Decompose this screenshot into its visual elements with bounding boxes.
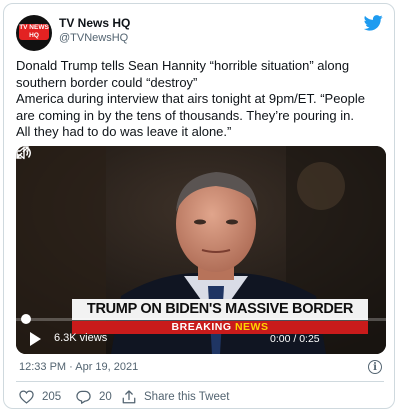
channel-logo: TV NEWS HQ (19, 24, 49, 40)
share-button[interactable]: Share this Tweet (122, 390, 229, 404)
breaking-label: BREAKING (171, 321, 232, 333)
news-label: NEWS (234, 321, 269, 333)
account-handle[interactable]: @TVNewsHQ (59, 32, 128, 44)
share-label: Share this Tweet (144, 391, 230, 403)
info-icon[interactable]: i (368, 360, 382, 374)
tweet-text-line: Donald Trump tells Sean Hannity “horribl… (16, 58, 350, 73)
divider (16, 381, 384, 382)
heart-icon (19, 390, 34, 404)
twitter-bird-icon[interactable] (364, 15, 383, 31)
tweet-text-line: southern border could “destroy” (16, 74, 198, 90)
like-count: 205 (42, 391, 62, 403)
play-icon[interactable] (30, 332, 41, 346)
tweet-text-line: America during interview that airs tonig… (16, 91, 366, 106)
tweet-text-line: are coming in by the tens of thousands. … (16, 107, 354, 123)
expand-icon[interactable] (16, 146, 29, 159)
progress-bar[interactable] (16, 318, 386, 321)
tweet-timestamp[interactable]: 12:33 PM · Apr 19, 2021 (19, 361, 138, 373)
reply-button[interactable]: 20 (76, 390, 112, 404)
video-time: 0:00 / 0:25 (270, 333, 320, 345)
share-icon (122, 390, 136, 404)
scrub-handle[interactable] (21, 314, 31, 324)
chyron-headline: TRUMP ON BIDEN'S MASSIVE BORDER FAILURES (72, 299, 368, 338)
video-player[interactable]: TRUMP ON BIDEN'S MASSIVE BORDER FAILURES… (16, 146, 386, 354)
reply-icon (76, 390, 91, 404)
reply-count: 20 (99, 391, 112, 403)
breaking-news-banner: BREAKING NEWS (72, 321, 368, 334)
account-name[interactable]: TV News HQ (59, 16, 130, 30)
tweet-card: TV NEWS HQ TV News HQ @TVNewsHQ Donald Tr… (3, 3, 395, 409)
like-button[interactable]: 205 (19, 390, 61, 404)
avatar[interactable]: TV NEWS HQ (16, 15, 52, 51)
tweet-text: Donald Trump tells Sean Hannity “horribl… (16, 58, 388, 141)
tweet-text-line: All they had to do was leave it alone.” (16, 124, 232, 139)
view-count: 6.3K views (54, 332, 108, 344)
